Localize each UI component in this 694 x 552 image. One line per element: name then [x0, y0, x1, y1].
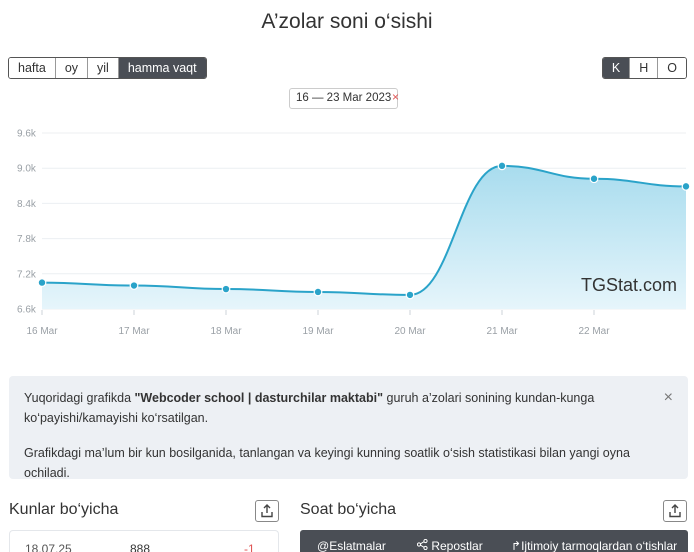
tab-social-referrals[interactable]: ↱Ijtimoiy tarmoqlardan o‘tishlar: [511, 539, 677, 552]
data-point[interactable]: [221, 284, 231, 294]
info-text-prefix: Yuqoridagi grafikda: [24, 391, 135, 405]
x-tick-label: 18 Mar: [210, 326, 242, 337]
data-point[interactable]: [129, 281, 139, 290]
date-range-clear-icon[interactable]: ×: [392, 90, 399, 104]
data-point[interactable]: [681, 181, 691, 191]
chart-watermark: TGStat.com: [581, 275, 677, 295]
days-export-button[interactable]: [255, 500, 279, 522]
export-icon: [261, 504, 273, 518]
x-tick-label: 20 Mar: [394, 326, 426, 337]
y-tick-label: 9.0k: [17, 164, 37, 175]
tab-mentions[interactable]: @Eslatmalar: [317, 539, 386, 552]
granularity-day-button[interactable]: K: [602, 58, 631, 78]
y-tick-label: 7.2k: [17, 269, 37, 280]
reply-icon: ↱: [511, 539, 522, 552]
tab-reposts[interactable]: Repostlar: [416, 538, 483, 552]
tab-mentions-label: Eslatmalar: [329, 539, 386, 552]
info-panel: Yuqoridagi grafikda "Webcoder school | d…: [9, 376, 688, 480]
data-point[interactable]: [589, 174, 599, 184]
members-growth-chart: 6.6k 7.2k 7.8k 8.4k 9.0k 9.6k 16 Mar 17 Mar 18 …: [17, 129, 691, 337]
y-tick-label: 8.4k: [17, 199, 37, 210]
chart-y-axis: 6.6k 7.2k 7.8k 8.4k 9.0k 9.6k: [17, 129, 37, 316]
days-section-title: Kunlar bo‘yicha: [9, 501, 119, 518]
period-year-button[interactable]: yil: [88, 58, 119, 78]
y-tick-label: 9.6k: [17, 129, 37, 140]
x-tick-label: 17 Mar: [118, 326, 150, 337]
x-tick-label: 21 Mar: [486, 326, 518, 337]
data-point[interactable]: [313, 287, 323, 297]
x-tick-label: 16 Mar: [26, 326, 58, 337]
info-description: Yuqoridagi grafikda "Webcoder school | d…: [24, 388, 673, 428]
period-month-button[interactable]: oy: [55, 58, 89, 78]
data-point[interactable]: [497, 161, 507, 171]
tab-reposts-label: Repostlar: [431, 539, 483, 552]
granularity-week-button[interactable]: H: [630, 58, 659, 78]
data-point[interactable]: [405, 290, 415, 300]
info-channel-name: "Webcoder school | dasturchilar maktabi": [134, 391, 384, 405]
row-date: 18.07.25: [25, 542, 72, 552]
row-value: 888: [130, 542, 151, 552]
hours-tab-bar: @Eslatmalar Repostlar ↱Ijtimoiy tarmoqla…: [300, 530, 688, 552]
days-table-row[interactable]: 18.07.25 888 -1: [9, 530, 279, 552]
period-week-button[interactable]: hafta: [9, 58, 56, 78]
granularity-month-button[interactable]: O: [658, 58, 686, 78]
period-all-time-button[interactable]: hamma vaqt: [118, 58, 206, 78]
hours-export-button[interactable]: [663, 500, 687, 522]
hours-section-title: Soat bo‘yicha: [300, 501, 397, 518]
row-delta: -1: [244, 542, 255, 552]
chart-x-axis: 16 Mar 17 Mar 18 Mar 19 Mar 20 Mar 21 Mar 22 M…: [26, 310, 610, 337]
share-icon: [416, 538, 431, 552]
page-title: A’zolar soni o‘sishi: [261, 10, 433, 33]
at-icon: @: [317, 539, 330, 552]
period-selector: hafta oy yil hamma vaqt: [8, 57, 207, 79]
y-tick-label: 6.6k: [17, 305, 37, 316]
export-icon: [669, 504, 681, 518]
y-tick-label: 7.8k: [17, 234, 37, 245]
granularity-selector: K H O: [601, 57, 687, 79]
date-range-label: 16 — 23 Mar 2023: [289, 88, 399, 109]
info-close-icon[interactable]: ×: [664, 388, 673, 408]
x-tick-label: 19 Mar: [302, 326, 334, 337]
info-hint: Grafikdagi ma’lum bir kun bosilganida, t…: [24, 446, 630, 480]
data-point[interactable]: [37, 278, 47, 288]
x-tick-label: 22 Mar: [578, 326, 610, 337]
tab-social-referrals-label: Ijtimoiy tarmoqlardan o‘tishlar: [521, 539, 678, 552]
